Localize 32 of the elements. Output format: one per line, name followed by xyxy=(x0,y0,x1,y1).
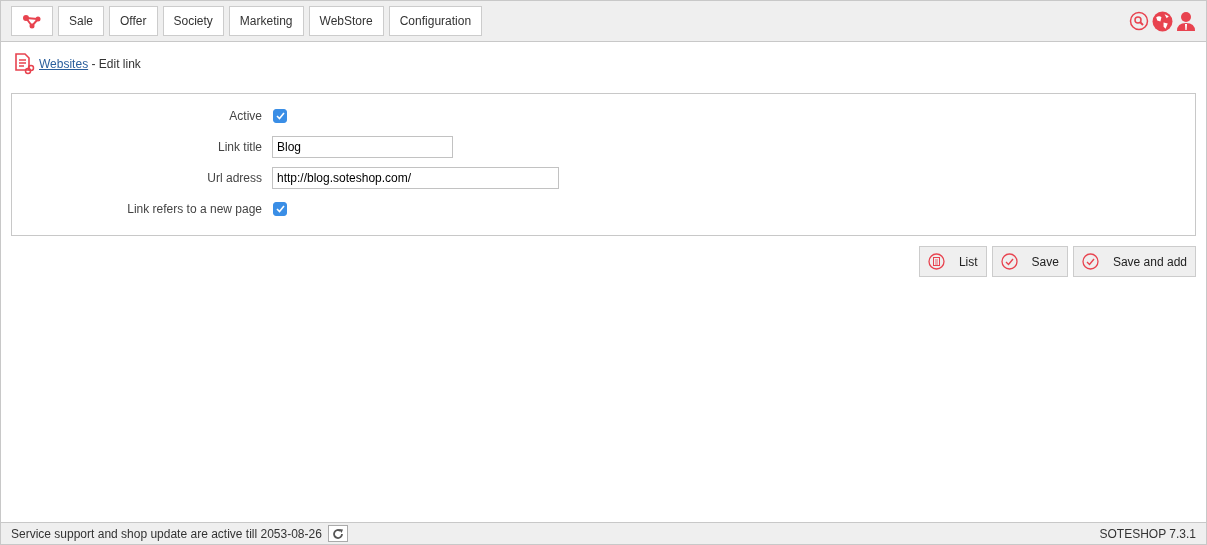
status-message: Service support and shop update are active till 2053-08-26 xyxy=(11,526,322,541)
checkbox[interactable] xyxy=(273,109,287,123)
version-text: SOTESHOP 7.3.1 xyxy=(1099,526,1196,541)
menu-button[interactable]: WebStore xyxy=(308,6,384,36)
check-circle-icon xyxy=(1081,253,1099,270)
menu-button[interactable]: Marketing xyxy=(228,6,304,36)
check-circle-icon xyxy=(1000,253,1018,270)
menu-button[interactable]: Offer xyxy=(109,6,158,36)
refresh-button[interactable] xyxy=(327,525,348,542)
action-button[interactable]: Save xyxy=(991,246,1068,277)
home-button[interactable] xyxy=(11,6,53,36)
refresh-icon xyxy=(331,527,344,540)
checkbox[interactable] xyxy=(273,202,287,216)
action-button[interactable]: Save and add xyxy=(1072,246,1196,277)
action-button[interactable]: List xyxy=(918,246,987,277)
document-icon xyxy=(927,253,945,270)
field-label: Active xyxy=(228,109,263,123)
menu-button[interactable]: Sale xyxy=(58,6,105,36)
menu-button[interactable]: Configuration xyxy=(388,6,483,36)
globe-icon[interactable] xyxy=(1152,10,1173,32)
network-icon xyxy=(23,13,41,29)
breadcrumb-text: - Edit link xyxy=(90,57,141,71)
breadcrumb-link[interactable]: Websites xyxy=(39,57,89,71)
field-label: Link refers to a new page xyxy=(126,202,263,216)
field-label: Link title xyxy=(216,140,263,154)
user-icon[interactable] xyxy=(1176,11,1196,31)
document-link-icon xyxy=(13,53,35,75)
menu-button[interactable]: Society xyxy=(162,6,224,36)
search-icon[interactable] xyxy=(1129,11,1149,31)
input-field[interactable]: Blog xyxy=(272,136,453,158)
field-label: Url adress xyxy=(206,171,263,185)
input-field[interactable]: http://blog.soteshop.com/ xyxy=(272,167,559,189)
